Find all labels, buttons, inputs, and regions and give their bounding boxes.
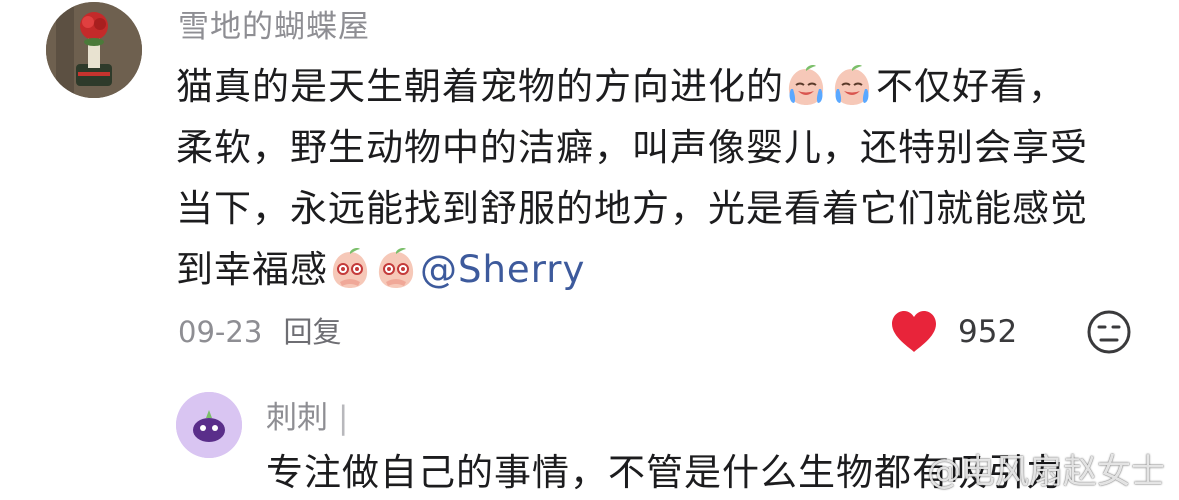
crying-peach-emoji-icon — [788, 65, 824, 105]
reply-button[interactable]: 回复 — [284, 315, 342, 349]
pleading-peach-emoji-icon — [332, 248, 368, 288]
pleading-peach-emoji-icon — [378, 248, 414, 288]
dislike-button[interactable] — [1085, 308, 1133, 356]
comment-line-4: 到幸福感 @Sherry — [176, 239, 1136, 300]
username-separator: | — [338, 400, 349, 436]
comment-text: 猫真的是天生朝着宠物的方向进化的 不仅好看， 柔软，野生动物中的洁癖，叫声像婴儿… — [176, 56, 1136, 300]
watermark: @电风扇赵女士 — [927, 452, 1165, 492]
reply-user-avatar[interactable] — [176, 392, 242, 458]
like-count: 952 — [958, 314, 1018, 350]
comment-text-part: 猫真的是天生朝着宠物的方向进化的 — [176, 65, 784, 108]
avatar-image — [46, 2, 142, 98]
comment-text-part: 不仅好看， — [876, 65, 1066, 108]
neutral-face-icon — [1087, 310, 1131, 354]
reply-username-row: 刺刺 | — [266, 396, 348, 440]
comment-line-1: 猫真的是天生朝着宠物的方向进化的 不仅好看， — [176, 56, 1136, 117]
avatar-image — [176, 392, 242, 458]
comment-username[interactable]: 雪地的蝴蝶屋 — [178, 2, 370, 52]
heart-icon — [892, 311, 936, 352]
comment-date: 09-23 — [178, 315, 263, 349]
comment-text-part: 到幸福感 — [176, 248, 328, 291]
crying-peach-emoji-icon — [834, 65, 870, 105]
mention-link[interactable]: @Sherry — [420, 248, 585, 291]
user-avatar[interactable] — [46, 2, 142, 98]
comment-meta: 09-23 回复 — [178, 308, 342, 356]
comment-line-2: 柔软，野生动物中的洁癖，叫声像婴儿，还特别会享受 — [176, 126, 1088, 169]
reply-username[interactable]: 刺刺 — [266, 400, 328, 436]
like-button[interactable]: 952 — [890, 308, 1017, 356]
comment-line-3: 当下，永远能找到舒服的地方，光是看着它们就能感觉 — [176, 187, 1088, 230]
